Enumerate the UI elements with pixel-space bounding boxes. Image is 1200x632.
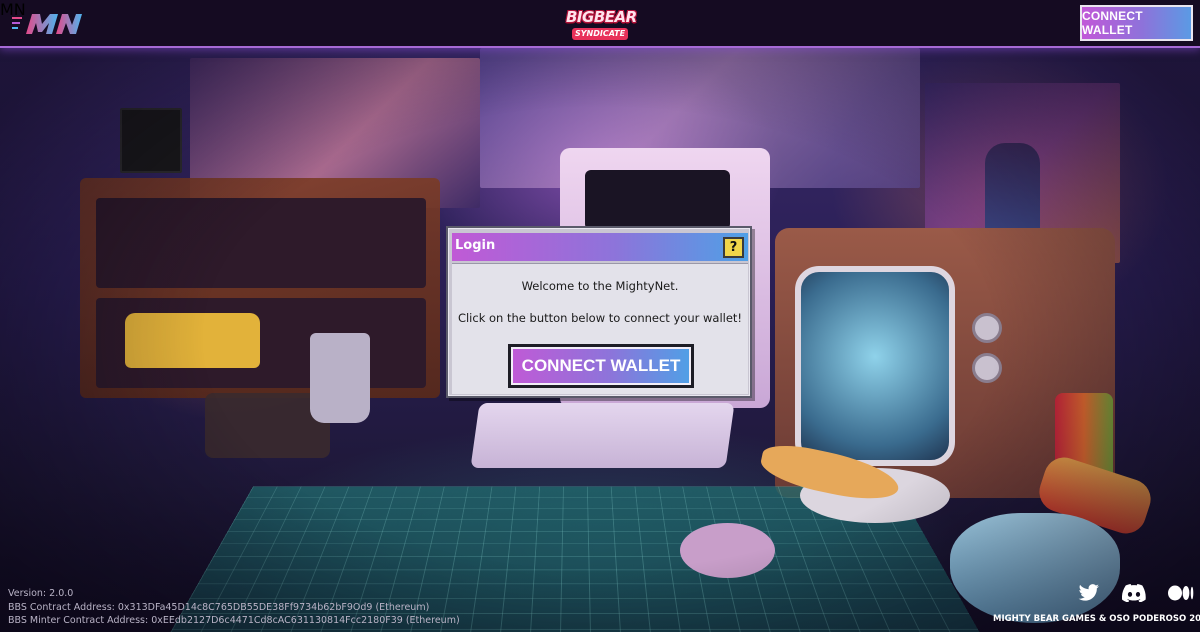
top-header: MN BIGBEAR SYNDICATE CONNECT WALLET: [0, 0, 1200, 48]
big-bear-syndicate-logo: BIGBEAR SYNDICATE: [566, 6, 634, 42]
dialog-title: Login: [455, 238, 495, 253]
logo-line2: SYNDICATE: [572, 28, 628, 40]
mightynet-logo[interactable]: [12, 12, 84, 36]
help-button[interactable]: ?: [723, 237, 744, 258]
twitter-icon[interactable]: [1078, 584, 1100, 602]
medium-icon[interactable]: [1168, 584, 1194, 602]
discord-icon[interactable]: [1122, 584, 1146, 602]
dialog-titlebar: Login ?: [452, 233, 748, 261]
social-links: [1078, 584, 1194, 602]
login-dialog: Login ? Welcome to the MightyNet. Click …: [446, 226, 752, 398]
logo-line1: BIGBEAR: [566, 8, 634, 26]
instruction-text: Click on the button below to connect you…: [452, 311, 748, 325]
dialog-body: Welcome to the MightyNet. Click on the b…: [452, 263, 748, 394]
version-text: Version: 2.0.0: [8, 587, 468, 601]
minter-contract-address: BBS Minter Contract Address: 0xEEdb2127D…: [8, 614, 468, 628]
welcome-text: Welcome to the MightyNet.: [452, 279, 748, 293]
copyright-text: MIGHTY BEAR GAMES & OSO PODEROSO 2022: [993, 614, 1193, 624]
connect-wallet-button[interactable]: CONNECT WALLET: [508, 344, 694, 388]
contract-address: BBS Contract Address: 0x313DFa45D14c8C76…: [8, 601, 468, 615]
footer-info: Version: 2.0.0 BBS Contract Address: 0x3…: [8, 587, 468, 628]
header-connect-wallet-button[interactable]: CONNECT WALLET: [1080, 5, 1193, 41]
